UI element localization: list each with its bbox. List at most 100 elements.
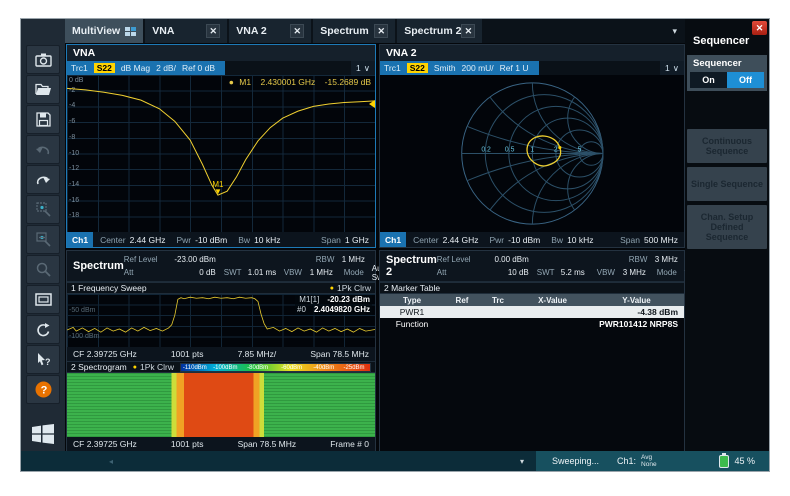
refresh-loop-icon[interactable] [26,315,60,344]
trace-scale: 200 mU/ [462,63,494,73]
multiview-area: VNA Trc1 S22 dB Mag 2 dB/ Ref 0 dB 1∨ 0 … [65,43,685,451]
zoom-magnifier-icon[interactable] [26,255,60,284]
window-title: VNA 2 [380,45,684,61]
continuous-sequence-button[interactable]: Continuous Sequence [687,129,767,163]
single-sequence-button[interactable]: Single Sequence [687,167,767,201]
trace-parameter: S22 [94,63,115,73]
sweep-status: Sweeping... [552,456,599,466]
trace-select-dropdown[interactable]: 1∨ [660,61,684,75]
spectrogram-color-legend: -110dBm -100dBm -80dBm -60dBm -40dBm -25… [180,363,371,372]
trace-config-tag[interactable]: Trc1 S22 Smith 200 mU/ Ref 1 U [380,61,539,75]
spectrogram-display[interactable] [67,373,375,437]
status-dropdown-icon[interactable]: ▾ [520,457,524,466]
zoom-area-icon[interactable] [26,195,60,224]
sequencer-off-button[interactable]: Off [727,72,764,88]
close-tab-icon[interactable]: ✕ [290,24,304,38]
spectrum-header: Spectrum Ref Level-23.00 dBm RBW1 MHz At… [67,251,375,282]
vna2-window[interactable]: VNA 2 Trc1 S22 Smith 200 mU/ Ref 1 U 1∨ [379,44,685,248]
redo-icon[interactable] [26,165,60,194]
spectrogram-bar[interactable]: 2 Spectrogram ● 1Pk Clrw -110dBm -100dBm… [67,361,375,373]
spectrum2-window[interactable]: Spectrum 2 Ref Level0.00 dBm RBW3 MHz At… [379,250,685,452]
channel-tab-bar: MultiView VNA ✕ VNA 2 ✕ Spectrum✕ Spectrum… [65,19,685,43]
tab-spectrum[interactable]: Spectrum✕ [313,19,397,43]
close-tab-icon[interactable]: ✕ [374,24,388,38]
chevron-down-icon: ∨ [673,63,679,74]
trace-scale: 2 dB/ [156,63,176,73]
svg-text:2: 2 [554,147,558,154]
spectrum-marker-readout: M1[1]-20.23 dBm #02.4049820 GHz [295,295,372,315]
battery-icon [719,455,729,468]
softkey-sidebar: ✕ Sequencer Sequencer On Off Continuous … [685,19,769,451]
vna-marker-readout: ● M1 2.430001 GHz -15.2689 dB [229,77,371,87]
close-tab-icon[interactable]: ✕ [206,24,220,38]
close-tab-icon[interactable]: ✕ [461,24,475,38]
display-frame-icon[interactable] [26,285,60,314]
svg-text:?: ? [45,357,51,367]
help-question-icon[interactable]: ? [26,375,60,404]
open-folder-icon[interactable] [26,75,60,104]
trace-dot-icon: ● [133,364,137,371]
spectrum2-header: Spectrum 2 Ref Level0.00 dBm RBW3 MHz At… [380,251,684,282]
status-left-chevron-icon[interactable]: ◂ [109,457,113,466]
channel-defined-sequence-button[interactable]: Chan. Setup Defined Sequence [687,205,767,249]
trace-select-dropdown[interactable]: 1∨ [351,61,375,75]
tab-multiview[interactable]: MultiView [65,19,145,43]
tab-overflow-icon[interactable]: ▾ [672,26,685,37]
trace-config-tag[interactable]: Trc1 S22 dB Mag 2 dB/ Ref 0 dB [67,61,225,75]
vna2-footer: Ch1 Center2.44 GHz Pwr-10 dBm Bw10 kHz S… [380,232,684,247]
status-channel: Ch1: [617,456,636,466]
tab-label: VNA [152,25,174,37]
instrument-screen: ? ? MultiView VNA✕ VNA 2✕ Spectrum✕ Spec… [20,18,770,472]
vna-plot[interactable]: 0 dB-2-4-6-8-10-12-14-16-18 ● M1 2.43000… [67,75,375,232]
trace-name: Trc1 [71,63,88,73]
tab-label: Spectrum 2 [404,25,461,37]
close-menu-icon[interactable]: ✕ [752,21,767,35]
status-average: AvgNone [641,454,657,468]
spectrum-plot[interactable]: -50 dBm -100 dBm M1[1]-20.23 dBm #02.404… [67,294,375,347]
marker-triangle-icon: ▼ [214,187,222,196]
status-bar: ◂ ▾ Sweeping... Ch1: AvgNone 45 % [21,451,769,471]
table-row[interactable]: Function PWR101412 NRP8S [380,318,684,330]
channel-tag[interactable]: Ch1 [67,232,93,247]
battery-percentage: 45 % [734,456,755,466]
chevron-down-icon: ∨ [364,63,370,74]
trace-ref: Ref 0 dB [182,63,215,73]
spectrum-window[interactable]: Spectrum Ref Level-23.00 dBm RBW1 MHz At… [66,250,376,452]
trace-format: Smith [434,63,456,73]
multiview-grid-icon [125,27,136,36]
screenshot-camera-icon[interactable] [26,45,60,74]
windows-start-icon[interactable] [28,421,58,447]
trace-parameter: S22 [407,63,428,73]
vna-window[interactable]: VNA Trc1 S22 dB Mag 2 dB/ Ref 0 dB 1∨ 0 … [66,44,376,248]
tab-spectrum2[interactable]: Spectrum 2✕ [397,19,484,43]
vna-trace-header: Trc1 S22 dB Mag 2 dB/ Ref 0 dB 1∨ [67,61,375,75]
save-floppy-icon[interactable] [26,105,60,134]
smith-chart-plot[interactable]: 0.2 0.5 1 2 5 [380,75,684,232]
softkey-menu-title: Sequencer [693,35,749,47]
tab-vna2[interactable]: VNA 2 ✕ [229,19,313,43]
left-toolbar: ? ? [21,19,65,451]
spectrum-footer: CF 2.39725 GHz1001 pts7.85 MHz/Span 78.5… [67,347,375,361]
trace-dot-icon: ● [330,285,334,292]
window-title: VNA [67,45,375,61]
window-title: Spectrum [67,251,124,281]
sequencer-on-button[interactable]: On [690,72,727,88]
undo-icon[interactable] [26,135,60,164]
smith-chart: 0.2 0.5 1 2 5 [446,75,619,232]
window-title: Spectrum 2 [380,251,437,281]
trace-format: dB Mag [121,63,150,73]
vna2-trace-header: Trc1 S22 Smith 200 mU/ Ref 1 U 1∨ [380,61,684,75]
vna-marker[interactable]: M1▼ [212,181,223,195]
tab-label: MultiView [72,25,120,37]
vna-trace-line [67,88,375,195]
zoom-out-area-icon[interactable] [26,225,60,254]
svg-text:5: 5 [577,147,581,154]
marker-table-bar[interactable]: 2 Marker Table [380,282,684,294]
vna-footer: Ch1 Center2.44 GHz Pwr-10 dBm Bw10 kHz S… [67,232,375,247]
tab-label: VNA 2 [236,25,267,37]
context-help-cursor-icon[interactable]: ? [26,345,60,374]
tab-vna[interactable]: VNA ✕ [145,19,229,43]
table-row[interactable]: PWR1 -4.38 dBm [380,306,684,318]
channel-tag[interactable]: Ch1 [380,232,406,247]
frequency-sweep-bar[interactable]: 1 Frequency Sweep ● 1Pk Clrw [67,282,375,294]
